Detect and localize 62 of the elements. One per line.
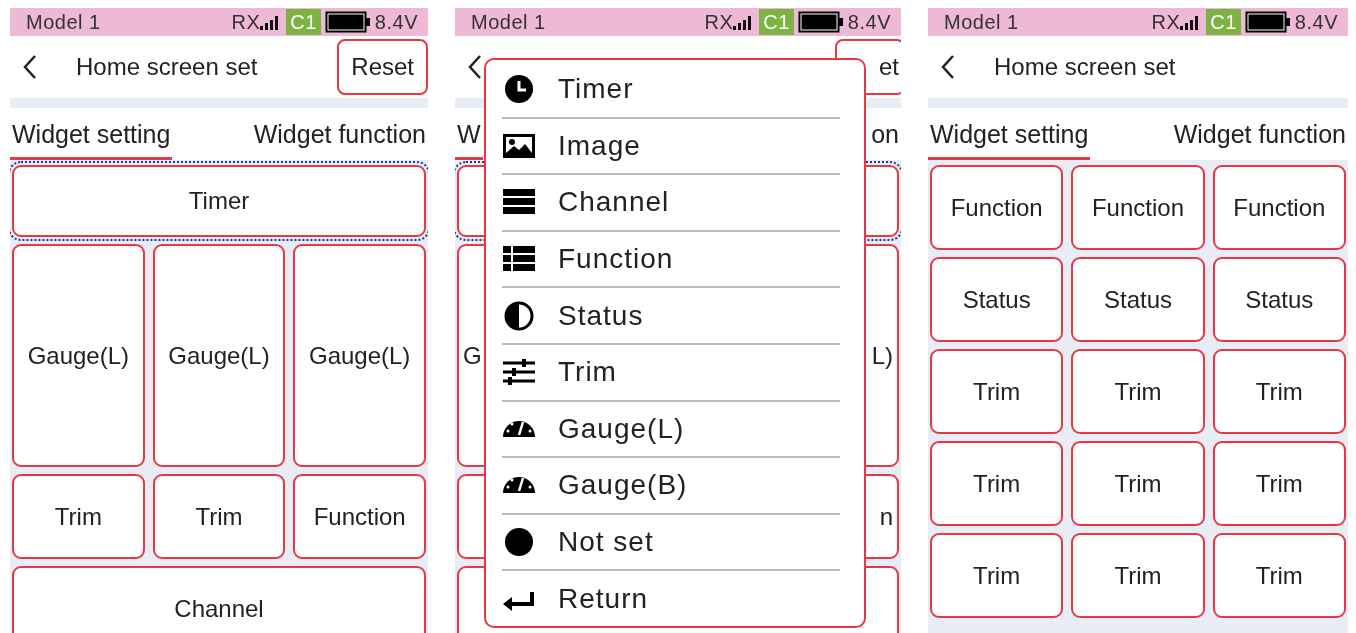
rx-label: RX <box>1151 10 1181 34</box>
rx-label: RX <box>231 10 261 34</box>
sliders-icon <box>502 357 536 388</box>
battery-icon <box>797 11 844 33</box>
widget-tile[interactable]: Gauge(L) <box>293 244 426 467</box>
menu-item[interactable]: Gauge(B) <box>502 458 840 515</box>
battery-icon <box>324 11 371 33</box>
gauge-icon <box>502 419 536 438</box>
widget-tile[interactable]: Trim <box>930 533 1064 618</box>
tab[interactable]: Widget function <box>1171 108 1348 160</box>
model-name: Model 1 <box>471 10 547 34</box>
widget-tile[interactable]: Trim <box>1212 349 1346 434</box>
widget-tile[interactable]: Function <box>1212 165 1346 250</box>
channel-badge: C1 <box>759 9 794 35</box>
widget-tile[interactable]: Gauge(L) <box>12 244 145 467</box>
screen-title: Home screen set <box>76 53 259 81</box>
tab[interactable]: Widget function <box>251 108 428 160</box>
channel-badge: C1 <box>286 9 321 35</box>
menu-item[interactable]: Not set <box>502 514 840 572</box>
clock-icon <box>502 74 536 105</box>
dot-icon <box>502 527 536 558</box>
menu-item[interactable]: Return <box>502 571 840 626</box>
widget-tile[interactable]: Function <box>293 474 426 559</box>
battery-icon <box>1244 11 1291 33</box>
widget-tile[interactable]: Trim <box>152 474 286 559</box>
menu-item[interactable]: Function <box>502 231 840 289</box>
widget-tile[interactable]: Trim <box>930 349 1064 434</box>
widget-tile[interactable]: Trim <box>930 441 1064 526</box>
tab[interactable]: on <box>869 108 901 160</box>
widget-tile[interactable]: Trim <box>1212 441 1346 526</box>
widget-tile[interactable]: Trim <box>1071 349 1205 434</box>
model-name: Model 1 <box>944 10 1020 34</box>
widget-tile[interactable]: Channel <box>12 566 426 633</box>
widget-tile[interactable]: Status <box>1071 257 1205 342</box>
voltage-label: 8.4V <box>1294 10 1338 34</box>
voltage-label: 8.4V <box>847 10 891 34</box>
widget-tile[interactable]: Trim <box>1071 441 1205 526</box>
gauge-icon <box>502 476 536 495</box>
voltage-label: 8.4V <box>374 10 418 34</box>
half-circle-icon <box>502 300 536 331</box>
channel-badge: C1 <box>1206 9 1241 35</box>
widget-tile[interactable]: Trim <box>12 474 145 559</box>
widget-tile[interactable]: Gauge(L) <box>152 244 286 467</box>
widget-tile[interactable]: Function <box>1071 165 1205 250</box>
menu-item[interactable]: Status <box>502 288 840 345</box>
rx-label: RX <box>704 10 734 34</box>
widget-tile[interactable]: Function <box>930 165 1064 250</box>
back-icon[interactable] <box>940 54 956 80</box>
widget-tile[interactable]: Status <box>930 257 1064 342</box>
menu-item[interactable]: Timer <box>502 62 840 119</box>
reset-button[interactable]: Reset <box>337 39 428 95</box>
model-name: Model 1 <box>26 10 102 34</box>
back-icon[interactable] <box>467 54 483 80</box>
menu-item[interactable]: Trim <box>502 344 840 402</box>
menu-item[interactable]: Channel <box>502 175 840 232</box>
menu-item[interactable]: Image <box>502 118 840 176</box>
widget-tile[interactable]: Status <box>1212 257 1346 342</box>
menu-item[interactable]: Gauge(L) <box>502 401 840 459</box>
back-icon[interactable] <box>22 54 38 80</box>
screen-title: Home screen set <box>994 53 1177 81</box>
widget-tile[interactable]: Trim <box>1212 533 1346 618</box>
widget-tile[interactable]: Trim <box>1071 533 1205 618</box>
